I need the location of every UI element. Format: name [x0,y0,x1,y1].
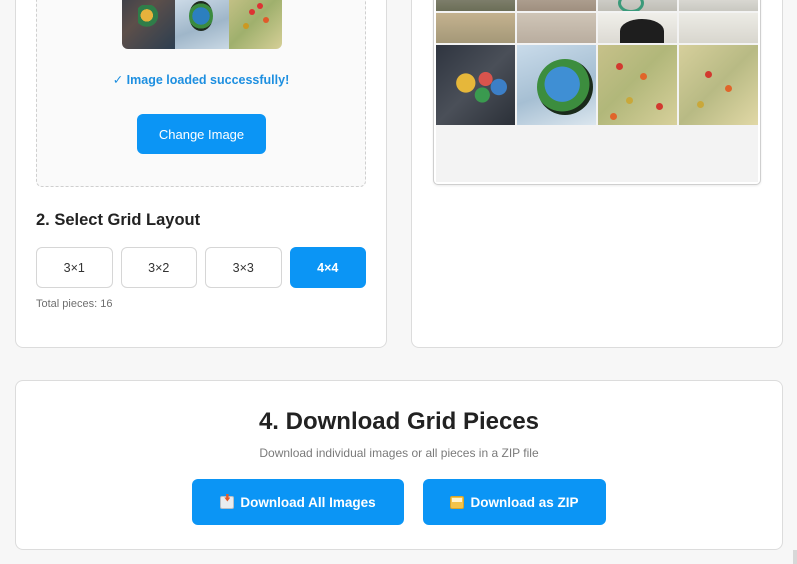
download-tray-icon [220,495,235,509]
grid-piece[interactable] [436,45,515,125]
folder-icon [450,495,465,509]
grid-preview [433,0,761,185]
scrollbar-edge[interactable] [793,550,797,564]
grid-option-3x3[interactable]: 3×3 [205,247,282,288]
grid-piece[interactable] [436,13,515,43]
grid-piece[interactable] [679,13,758,43]
grid-preview-card [411,0,783,348]
thumbnail-segment [175,0,229,49]
change-image-button[interactable]: Change Image [137,114,266,154]
download-subtitle: Download individual images or all pieces… [259,446,539,460]
grid-piece[interactable] [436,0,515,11]
grid-option-3x2[interactable]: 3×2 [120,247,197,288]
download-card: 4. Download Grid Pieces Download individ… [15,380,783,550]
thumbnail-segment [228,0,282,49]
thumbnail-segment [122,0,176,49]
download-all-images-button[interactable]: Download All Images [192,479,404,525]
grid-layout-heading: 2. Select Grid Layout [36,211,201,229]
upload-status-message: ✓ Image loaded successfully! [112,73,290,87]
grid-piece[interactable] [517,45,596,125]
grid-piece[interactable] [679,45,758,125]
grid-option-3x1[interactable]: 3×1 [36,247,113,288]
download-zip-button[interactable]: Download as ZIP [423,479,606,525]
total-pieces-count: Total pieces: 16 [36,298,113,310]
grid-piece[interactable] [598,0,677,11]
grid-option-4x4[interactable]: 4×4 [289,247,366,288]
grid-piece[interactable] [517,13,596,43]
grid-piece[interactable] [517,0,596,11]
download-zip-label: Download as ZIP [470,494,579,510]
grid-piece[interactable] [679,0,758,11]
download-title: 4. Download Grid Pieces [258,408,540,435]
grid-preview-pieces [436,0,758,182]
grid-piece[interactable] [598,13,677,43]
image-drop-zone[interactable]: ✓ Image loaded successfully! Change Imag… [36,0,366,187]
grid-piece[interactable] [598,45,677,125]
grid-layout-options: 3×1 3×2 3×3 4×4 [36,247,366,288]
download-all-label: Download All Images [240,494,376,510]
upload-and-layout-card: ✓ Image loaded successfully! Change Imag… [15,0,387,348]
uploaded-image-thumbnail [122,0,282,49]
